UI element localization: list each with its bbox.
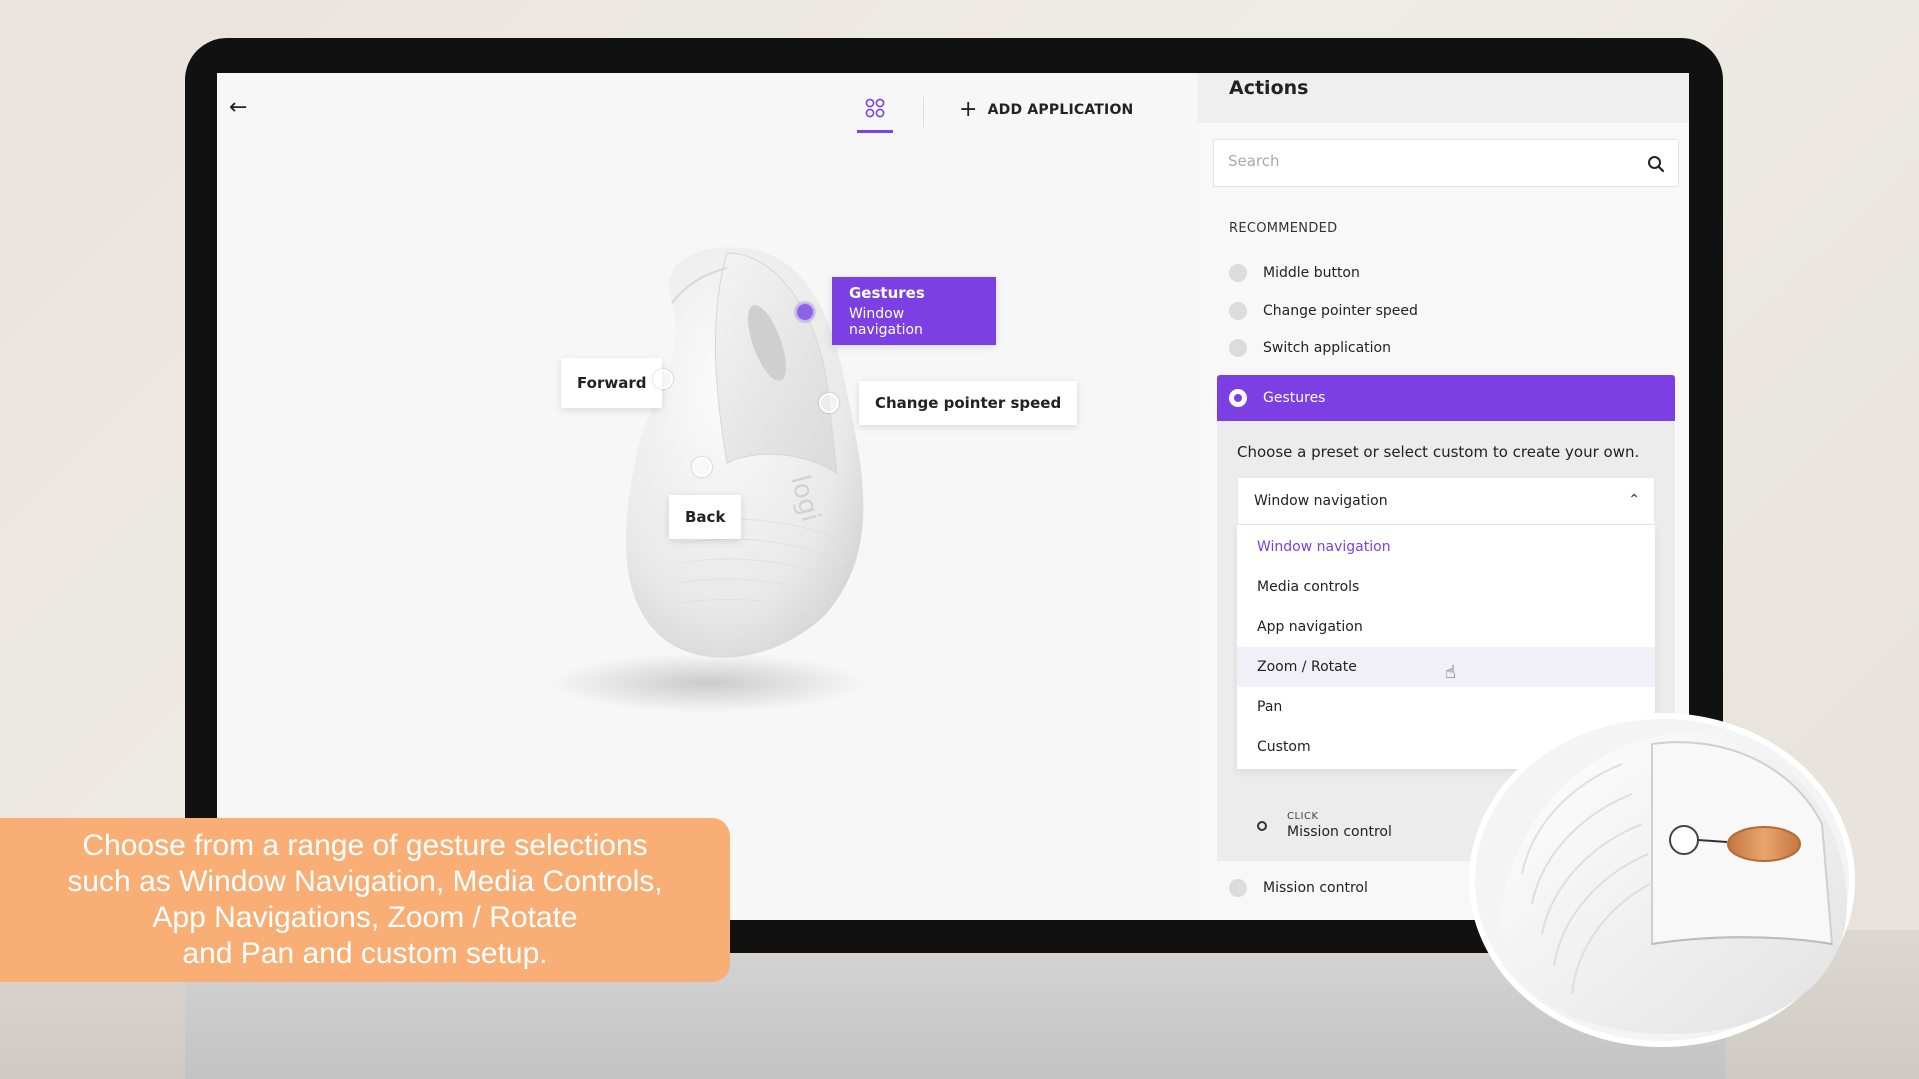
topbar-divider xyxy=(923,97,924,127)
caption-line: such as Window Navigation, Media Control… xyxy=(67,865,663,898)
search-icon[interactable] xyxy=(1646,154,1666,174)
radio-selected-icon xyxy=(1229,389,1247,407)
plus-icon: + xyxy=(959,97,978,122)
chevron-up-icon: ⌃ xyxy=(1628,492,1640,508)
grid-circles-icon xyxy=(865,98,885,118)
actions-title: Actions xyxy=(1229,77,1309,99)
action-label: Mission control xyxy=(1263,880,1368,896)
click-value: Mission control xyxy=(1287,824,1392,840)
gestures-callout-title: Gestures xyxy=(849,284,925,302)
preset-option-window-navigation[interactable]: Window navigation xyxy=(1237,527,1655,567)
search-box[interactable] xyxy=(1213,139,1679,187)
radio-icon xyxy=(1229,339,1247,357)
zoomed-mouse-detail xyxy=(1469,713,1855,1047)
action-gestures-selected[interactable]: Gestures xyxy=(1217,375,1675,421)
video-caption: Choose from a range of gesture selection… xyxy=(0,818,730,982)
active-tab-underline xyxy=(857,130,893,133)
thumb-button-marker xyxy=(1669,825,1699,855)
gesture-description: Choose a preset or select custom to crea… xyxy=(1237,443,1640,461)
radio-icon xyxy=(1229,302,1247,320)
pointer-speed-hotspot[interactable] xyxy=(819,393,839,413)
action-switch-application[interactable]: Switch application xyxy=(1229,339,1391,357)
action-label: Gestures xyxy=(1263,390,1326,406)
click-point-icon xyxy=(1257,820,1267,831)
caption-line: App Navigations, Zoom / Rotate xyxy=(152,901,578,934)
preset-option-media-controls[interactable]: Media controls xyxy=(1237,567,1655,607)
forward-callout[interactable]: Forward xyxy=(561,358,663,408)
gesture-preset-select[interactable]: Window navigation ⌃ xyxy=(1237,477,1655,525)
action-label: Switch application xyxy=(1263,340,1391,356)
change-pointer-speed-callout[interactable]: Change pointer speed xyxy=(859,381,1078,425)
action-label: Middle button xyxy=(1263,265,1360,281)
gestures-callout[interactable]: Gestures Window navigation xyxy=(832,277,996,345)
click-gesture-row[interactable]: CLICK Mission control xyxy=(1257,811,1392,840)
caption-line: and Pan and custom setup. xyxy=(182,937,548,970)
preset-selected-value: Window navigation xyxy=(1254,493,1388,509)
radio-icon xyxy=(1229,264,1247,282)
gesture-button-icon xyxy=(1727,826,1801,862)
devices-grid-icon[interactable] xyxy=(857,95,893,133)
preset-option-app-navigation[interactable]: App navigation xyxy=(1237,607,1655,647)
action-mission-control[interactable]: Mission control xyxy=(1229,879,1368,897)
add-application-button[interactable]: + ADD APPLICATION xyxy=(959,99,1133,121)
back-hotspot[interactable] xyxy=(692,457,712,477)
action-middle-button[interactable]: Middle button xyxy=(1229,264,1360,282)
action-label: Change pointer speed xyxy=(1263,303,1418,319)
gestures-hotspot[interactable] xyxy=(795,302,815,322)
search-input[interactable] xyxy=(1228,152,1628,170)
hand-cursor-icon: ☝ xyxy=(1445,662,1456,683)
back-arrow-icon[interactable]: ← xyxy=(229,95,259,125)
click-label: CLICK xyxy=(1287,811,1319,822)
forward-hotspot[interactable] xyxy=(653,369,673,389)
add-application-label: ADD APPLICATION xyxy=(987,102,1134,118)
radio-icon xyxy=(1229,879,1247,897)
back-callout[interactable]: Back xyxy=(669,495,742,539)
caption-line: Choose from a range of gesture selection… xyxy=(82,829,648,862)
action-change-pointer-speed[interactable]: Change pointer speed xyxy=(1229,302,1418,320)
gestures-callout-subtitle: Window navigation xyxy=(849,306,923,338)
recommended-label: RECOMMENDED xyxy=(1229,221,1338,236)
